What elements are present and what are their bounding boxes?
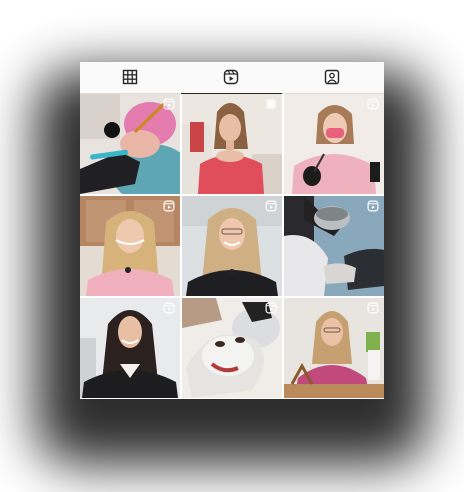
reel-thumbnail[interactable] <box>182 196 282 296</box>
reel-thumbnail[interactable] <box>80 94 180 194</box>
reels-icon <box>367 98 379 110</box>
reels-icon <box>265 302 277 314</box>
reels-icon <box>163 302 175 314</box>
tagged-user-icon <box>324 69 340 85</box>
tab-tagged[interactable] <box>282 62 383 93</box>
reels-grid <box>80 94 384 399</box>
reel-thumbnail[interactable] <box>80 298 180 398</box>
reels-icon <box>163 98 175 110</box>
tab-posts[interactable] <box>80 62 181 93</box>
reels-icon <box>367 302 379 314</box>
reel-thumbnail[interactable] <box>80 196 180 296</box>
reel-thumbnail[interactable] <box>284 196 384 296</box>
reels-icon <box>367 200 379 212</box>
grid-icon <box>122 69 138 85</box>
reel-thumbnail[interactable] <box>284 94 384 194</box>
reels-icon <box>223 69 239 85</box>
reels-icon <box>163 200 175 212</box>
reel-thumbnail[interactable] <box>182 94 282 194</box>
reel-thumbnail[interactable] <box>284 298 384 398</box>
profile-media-panel <box>80 62 384 399</box>
reels-icon <box>265 200 277 212</box>
square-overlay-icon <box>266 99 276 109</box>
reel-thumbnail[interactable] <box>182 298 282 398</box>
profile-tab-bar <box>80 62 384 94</box>
tab-reels[interactable] <box>181 62 282 93</box>
